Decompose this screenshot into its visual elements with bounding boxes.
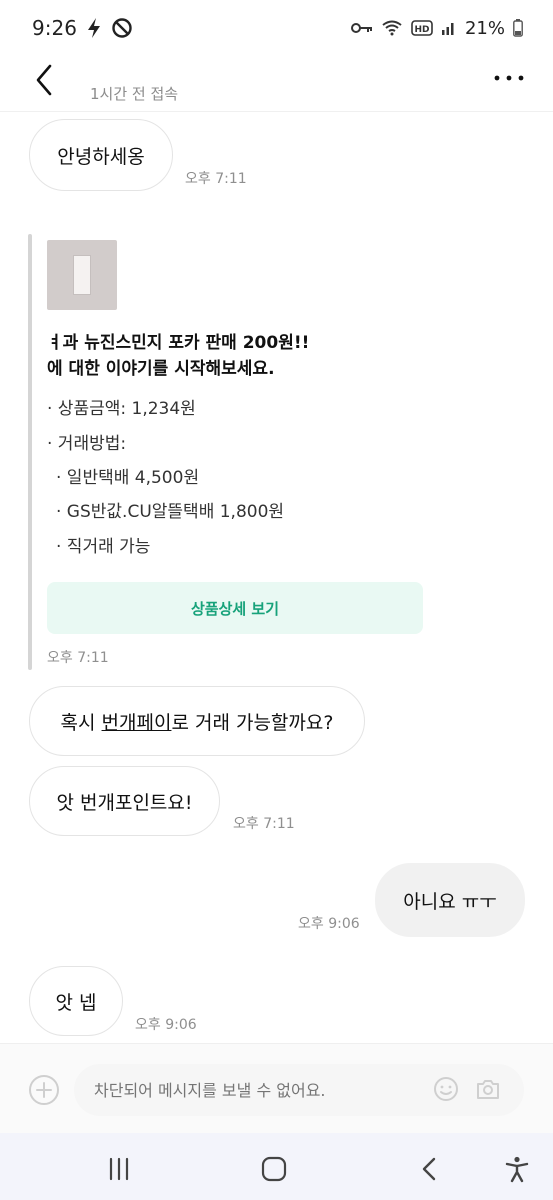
message-text: 혹시 번개페이로 거래 가능할까요? — [61, 708, 334, 735]
product-intro: 에 대한 이야기를 시작해보세요. — [47, 359, 275, 379]
message-bubble[interactable]: 혹시 번개페이로 거래 가능할까요? — [29, 686, 365, 756]
message-text-suffix: 로 거래 가능할까요? — [171, 711, 334, 734]
home-icon[interactable] — [260, 1155, 288, 1183]
plus-icon[interactable] — [28, 1074, 60, 1106]
message-text: 안녕하세옹 — [57, 145, 145, 168]
battery-percent: 21% — [464, 17, 505, 39]
message-text: 아니요 ㅠㅜ — [403, 890, 497, 913]
product-price: · 상품금액: 1,234원 — [47, 399, 196, 419]
trade-method-item: · 일반택배 4,500원 — [56, 468, 200, 488]
wifi-icon — [382, 20, 402, 36]
message-bubble[interactable]: 안녕하세옹 — [29, 119, 173, 191]
product-thumbnail[interactable] — [47, 240, 117, 310]
product-title: ㅕ과 뉴진스민지 포카 판매 200원!! — [47, 333, 310, 353]
last-seen-status: 1시간 전 접속 — [90, 85, 179, 103]
product-card: ㅕ과 뉴진스민지 포카 판매 200원!! 에 대한 이야기를 시작해보세요. … — [28, 234, 428, 670]
trade-method-label: · 거래방법: — [47, 434, 127, 454]
signal-icon — [441, 23, 454, 35]
message-time: 오후 9:06 — [135, 1017, 197, 1033]
message-text-prefix: 혹시 — [60, 711, 102, 734]
status-time: 9:26 — [32, 16, 77, 40]
do-not-disturb-icon — [112, 18, 132, 38]
message-text: 앗 번개포인트요! — [56, 791, 193, 814]
emoji-icon[interactable] — [432, 1075, 460, 1103]
key-icon — [350, 23, 372, 33]
svg-text:HD: HD — [414, 25, 429, 35]
card-divider — [28, 234, 32, 670]
message-time: 오후 9:06 — [298, 916, 360, 932]
system-back-icon[interactable] — [416, 1155, 444, 1183]
recent-apps-icon[interactable] — [105, 1155, 133, 1183]
message-time: 오후 7:11 — [233, 816, 295, 832]
message-text: 앗 넵 — [55, 991, 97, 1014]
hd-icon: HD — [411, 20, 433, 36]
message-time: 오후 7:11 — [47, 650, 109, 666]
product-detail-label: 상품상세 보기 — [190, 599, 280, 618]
bungae-pay-link[interactable]: 번개페이 — [102, 712, 172, 734]
message-input-bar — [0, 1043, 553, 1133]
photocard-image — [73, 255, 91, 295]
message-time: 오후 7:11 — [185, 171, 247, 187]
flash-icon — [87, 18, 100, 38]
product-detail-button[interactable]: 상품상세 보기 — [47, 582, 423, 634]
trade-method-item: · 직거래 가능 — [56, 537, 151, 557]
camera-icon[interactable] — [474, 1075, 502, 1103]
accessibility-icon[interactable] — [503, 1155, 531, 1183]
my-message-bubble[interactable]: 아니요 ㅠㅜ — [375, 863, 525, 937]
more-icon[interactable] — [493, 70, 525, 86]
message-bubble[interactable]: 앗 번개포인트요! — [29, 766, 220, 836]
status-bar: 9:26 HD 21% — [0, 0, 553, 56]
trade-method-item: · GS반값.CU알뜰택배 1,800원 — [56, 502, 285, 522]
system-navigation-bar — [0, 1133, 553, 1200]
battery-icon — [513, 19, 523, 37]
message-bubble[interactable]: 앗 넵 — [29, 966, 123, 1036]
chat-header: 1시간 전 접속 — [0, 56, 553, 112]
back-icon[interactable] — [30, 62, 62, 98]
